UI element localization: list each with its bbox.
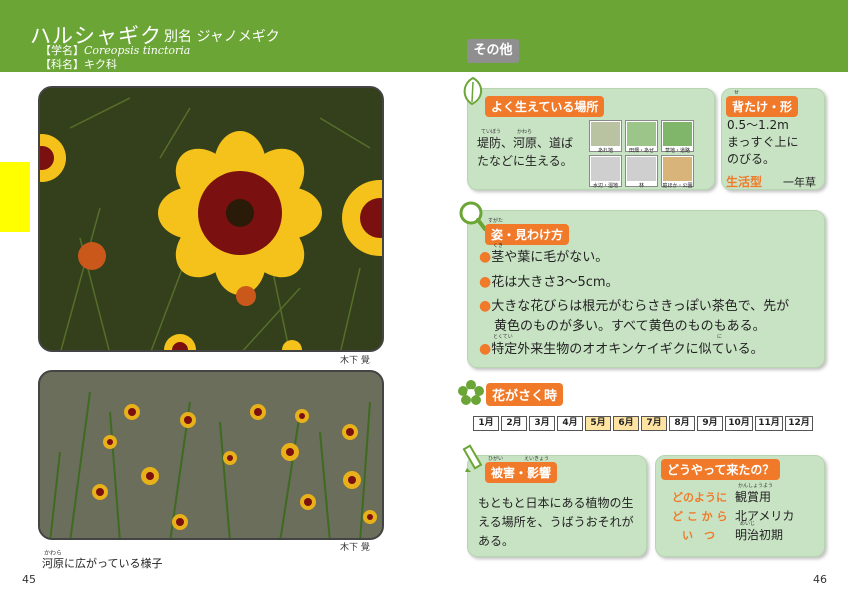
bullet-4: ●特定外来生物のオオキンケイギクに似ている。	[479, 341, 764, 357]
month-11: 11月	[755, 416, 783, 431]
ruby-se: せ	[734, 90, 740, 96]
photo-credit: 木下 覺	[340, 543, 370, 553]
page-number-left: 45	[22, 573, 36, 586]
habitat-title: よく生えている場所	[485, 96, 605, 117]
impact-line-3: ある。	[478, 534, 515, 548]
month-9: 9月	[697, 416, 723, 431]
ruby-sugata: すがた	[488, 218, 504, 224]
bloom-title: 花がさく時	[486, 383, 564, 406]
index-tab	[0, 162, 30, 232]
height-line-2: まっすぐ上に	[727, 135, 799, 149]
habitat-icon-waterside: 水辺・湿地	[589, 155, 622, 189]
header-divider	[0, 72, 848, 76]
bullet-2: ●花は大きさ3〜5cm。	[479, 274, 619, 290]
habitat-icon-garden: 庭ほか・公園	[661, 155, 694, 189]
month-5: 5月	[585, 416, 611, 431]
photo-credit: 木下 覺	[340, 356, 370, 366]
flower-icon	[458, 380, 484, 405]
section-tag: その他	[467, 39, 519, 63]
month-4: 4月	[557, 416, 583, 431]
origin-when-label: い つ	[682, 529, 715, 542]
height-line-3: のびる。	[727, 152, 776, 166]
habitat-icon-grassland: 草地・道路	[661, 120, 694, 154]
height-title: 背たけ・形	[726, 96, 799, 117]
riverbank-illustration	[40, 372, 382, 538]
month-8: 8月	[669, 416, 695, 431]
month-strip: 1月 2月 3月 4月 5月 6月 7月 8月 9月 10月 11月 12月	[473, 416, 813, 431]
habitat-icon-grid: あれ地 田畑・あぜ 草地・道路 水辺・湿地 林 庭ほか・公園	[589, 120, 694, 189]
habitat-text-line-1: 堤防、河原、道ば	[477, 136, 574, 150]
month-3: 3月	[529, 416, 555, 431]
origin-title: どうやって来たの？	[661, 459, 781, 480]
month-1: 1月	[473, 416, 499, 431]
page-number-right: 46	[813, 573, 827, 586]
origin-where-label: ど こ か ら	[672, 510, 728, 523]
bullet-3-line-2: 黄色のものが多い。すべて黄色のものもある。	[494, 319, 766, 334]
month-12: 12月	[785, 416, 813, 431]
leaf-icon	[463, 76, 483, 106]
life-form-label: 生活型	[726, 175, 763, 189]
bullet-1: ●茎や葉に毛がない。	[479, 249, 609, 265]
habitat-text-line-2: たなどに生える。	[477, 154, 573, 168]
magnifier-icon	[459, 201, 487, 231]
photo-caption: 河原に広がっている様子	[42, 557, 163, 570]
family-name: 【科名】キク科	[40, 58, 117, 71]
month-6: 6月	[613, 416, 639, 431]
ruby-eikyou: えいきょう	[524, 456, 550, 462]
month-10: 10月	[725, 416, 753, 431]
impact-title: 被害・影響	[485, 462, 558, 483]
habitat-icon-wasteland: あれ地	[589, 120, 622, 154]
impact-line-2: える場所を、うばうおそれが	[478, 515, 634, 529]
origin-how-label: どのように	[672, 491, 727, 504]
habitat-icon-field: 田畑・あぜ	[625, 120, 658, 154]
impact-line-1: もともと日本にある植物の生	[478, 496, 634, 510]
origin-how-value: 観賞用	[735, 490, 772, 504]
habitat-icon-forest: 林	[625, 155, 658, 189]
bullet-3: ●大きな花びらは根元がむらさきっぽい茶色で、先が	[479, 298, 790, 314]
height-range: 0.5〜1.2m	[727, 118, 789, 132]
pen-icon	[462, 444, 483, 472]
flower-illustration	[40, 88, 382, 350]
month-7: 7月	[641, 416, 667, 431]
origin-when-value: 明治初期	[735, 528, 784, 542]
ruby-higai: ひがい	[488, 456, 504, 462]
riverbank-photo	[38, 370, 384, 540]
life-form-value: 一年草	[783, 176, 816, 189]
month-2: 2月	[501, 416, 527, 431]
flower-photo	[38, 86, 384, 352]
